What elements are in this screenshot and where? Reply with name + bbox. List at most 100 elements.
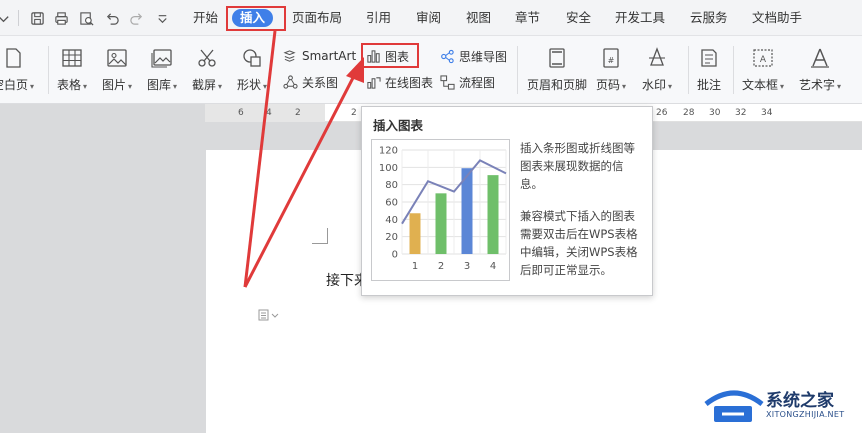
site-watermark: 系统之家 XITONGZHIJIA.NET xyxy=(700,380,862,433)
scissors-icon xyxy=(195,46,219,70)
relation-chart-label: 关系图 xyxy=(302,75,339,90)
watermark-button[interactable]: 水印 ▾ xyxy=(642,46,672,93)
print-icon[interactable] xyxy=(52,9,70,27)
toolbar-divider xyxy=(18,10,19,26)
page-number-button[interactable]: # 页码 ▾ xyxy=(596,46,626,93)
chart-x-tick-label: 3 xyxy=(464,261,470,272)
relation-chart-icon xyxy=(282,74,298,90)
chart-button-highlight xyxy=(361,43,419,68)
ruler-label: 2 xyxy=(351,108,357,118)
header-footer-label: 页眉和页脚 xyxy=(527,78,588,92)
ruler-label: 6 xyxy=(238,108,244,118)
margin-corner-mark xyxy=(312,228,328,244)
shape-icon xyxy=(240,46,264,70)
chart-y-tick-label: 100 xyxy=(379,163,398,174)
tab-review[interactable]: 审阅 xyxy=(416,9,441,27)
chart-x-tick-label: 4 xyxy=(490,261,496,272)
undo-icon[interactable] xyxy=(103,9,121,27)
tab-home[interactable]: 开始 xyxy=(193,9,218,27)
table-icon xyxy=(60,46,84,70)
screenshot-label: 截屏 xyxy=(192,78,217,92)
ruler-margin xyxy=(205,104,325,122)
online-chart-icon xyxy=(365,74,381,90)
flowchart-label: 流程图 xyxy=(459,75,496,90)
chart-x-tick-label: 2 xyxy=(438,261,444,272)
ruler-label: 34 xyxy=(761,108,773,118)
tooltip-title: 插入图表 xyxy=(373,118,424,133)
chart-bar xyxy=(409,213,421,254)
save-icon[interactable] xyxy=(28,9,46,27)
tab-developer[interactable]: 开发工具 xyxy=(615,9,665,27)
menu-bar: 开始 插入 页面布局 引用 审阅 视图 章节 安全 开发工具 云服务 文档助手 xyxy=(0,0,862,36)
ribbon-divider xyxy=(517,46,518,94)
tab-section[interactable]: 章节 xyxy=(515,9,540,27)
textbox-label: 文本框 xyxy=(742,78,779,92)
comment-label: 批注 xyxy=(697,78,722,92)
header-footer-button[interactable]: 页眉和页脚 xyxy=(527,46,587,93)
chart-y-tick-label: 40 xyxy=(385,215,398,226)
screenshot-button[interactable]: 截屏 ▾ xyxy=(192,46,222,93)
smartart-icon xyxy=(282,48,298,64)
watermark-label: 水印 xyxy=(642,78,667,92)
page-number-label: 页码 xyxy=(596,78,621,92)
picture-icon xyxy=(105,46,129,70)
wordart-button[interactable]: 艺术字 ▾ xyxy=(799,46,841,93)
shape-button[interactable]: 形状 ▾ xyxy=(237,46,267,93)
customize-toolbar-icon[interactable] xyxy=(153,9,171,27)
table-button[interactable]: 表格 ▾ xyxy=(57,46,87,93)
picture-button[interactable]: 图片 ▾ xyxy=(102,46,132,93)
textbox-icon: A xyxy=(751,46,775,70)
watermark-cn-text: 系统之家 xyxy=(766,391,834,411)
chart-x-tick-label: 1 xyxy=(412,261,418,272)
comment-icon xyxy=(697,46,721,70)
ruler-label: 4 xyxy=(266,108,272,118)
chart-tooltip: 插入图表 0 20 40 60 80 100 120 1 2 3 4 插入条形图或折线图等图表来展现… xyxy=(361,106,653,296)
insert-tab-highlight xyxy=(226,6,286,31)
textbox-button[interactable]: A 文本框 ▾ xyxy=(742,46,784,93)
flowchart-button[interactable]: 流程图 xyxy=(439,72,495,92)
ruler-label: 30 xyxy=(709,108,721,118)
paragraph-layout-icon[interactable] xyxy=(258,309,280,324)
tab-references[interactable]: 引用 xyxy=(366,9,391,27)
mindmap-icon xyxy=(439,48,455,64)
ribbon-divider xyxy=(688,46,689,94)
ribbon-toolbar: 空白页▾ 表格▾ 图片▾ 图库▾ 截屏▾ 形状▾ SmartArt xyxy=(0,36,862,104)
watermark-icon xyxy=(645,46,669,70)
gallery-button[interactable]: 图库 ▾ xyxy=(147,46,177,93)
blank-page-button[interactable]: 空白页▾ xyxy=(0,46,34,93)
tab-page-layout[interactable]: 页面布局 xyxy=(292,9,342,27)
relation-chart-button[interactable]: 关系图 xyxy=(282,72,338,92)
tab-doc-assistant[interactable]: 文档助手 xyxy=(752,9,802,27)
tab-view[interactable]: 视图 xyxy=(466,9,491,27)
redo-icon[interactable] xyxy=(127,9,145,27)
online-chart-label: 在线图表 xyxy=(385,75,434,90)
blank-page-icon xyxy=(1,46,25,70)
mindmap-label: 思维导图 xyxy=(459,49,508,64)
chart-y-tick-label: 80 xyxy=(385,180,398,191)
ruler-label: 32 xyxy=(735,108,747,118)
workspace-background xyxy=(0,104,205,122)
smartart-button[interactable]: SmartArt xyxy=(282,46,356,66)
mindmap-button[interactable]: 思维导图 xyxy=(439,46,507,66)
tab-cloud-service[interactable]: 云服务 xyxy=(690,9,728,27)
chart-y-tick-label: 120 xyxy=(379,146,398,157)
print-preview-icon[interactable] xyxy=(77,9,95,27)
chart-y-tick-label: 20 xyxy=(385,232,398,243)
svg-text:#: # xyxy=(608,56,615,65)
smartart-label: SmartArt xyxy=(302,49,357,63)
tooltip-compat-note: 兼容模式下插入的图表需要双击后在WPS表格中编辑，关闭WPS表格后即可正常显示。 xyxy=(520,209,638,277)
tab-security[interactable]: 安全 xyxy=(566,9,591,27)
chart-y-tick-label: 60 xyxy=(385,198,398,209)
wordart-icon xyxy=(808,46,832,70)
ruler-label: 26 xyxy=(656,108,668,118)
ruler-label: 2 xyxy=(295,108,301,118)
picture-label: 图片 xyxy=(102,78,127,92)
gallery-icon xyxy=(150,46,174,70)
shape-label: 形状 xyxy=(237,78,262,92)
comment-button[interactable]: 批注 xyxy=(697,46,721,93)
page-number-icon: # xyxy=(599,46,623,70)
chevron-down-icon[interactable] xyxy=(0,9,12,27)
chart-preview-svg: 0 20 40 60 80 100 120 1 2 3 4 xyxy=(379,146,507,272)
online-chart-button[interactable]: 在线图表 xyxy=(365,72,433,92)
tooltip-description: 插入条形图或折线图等图表来展现数据的信息。 xyxy=(520,141,635,191)
